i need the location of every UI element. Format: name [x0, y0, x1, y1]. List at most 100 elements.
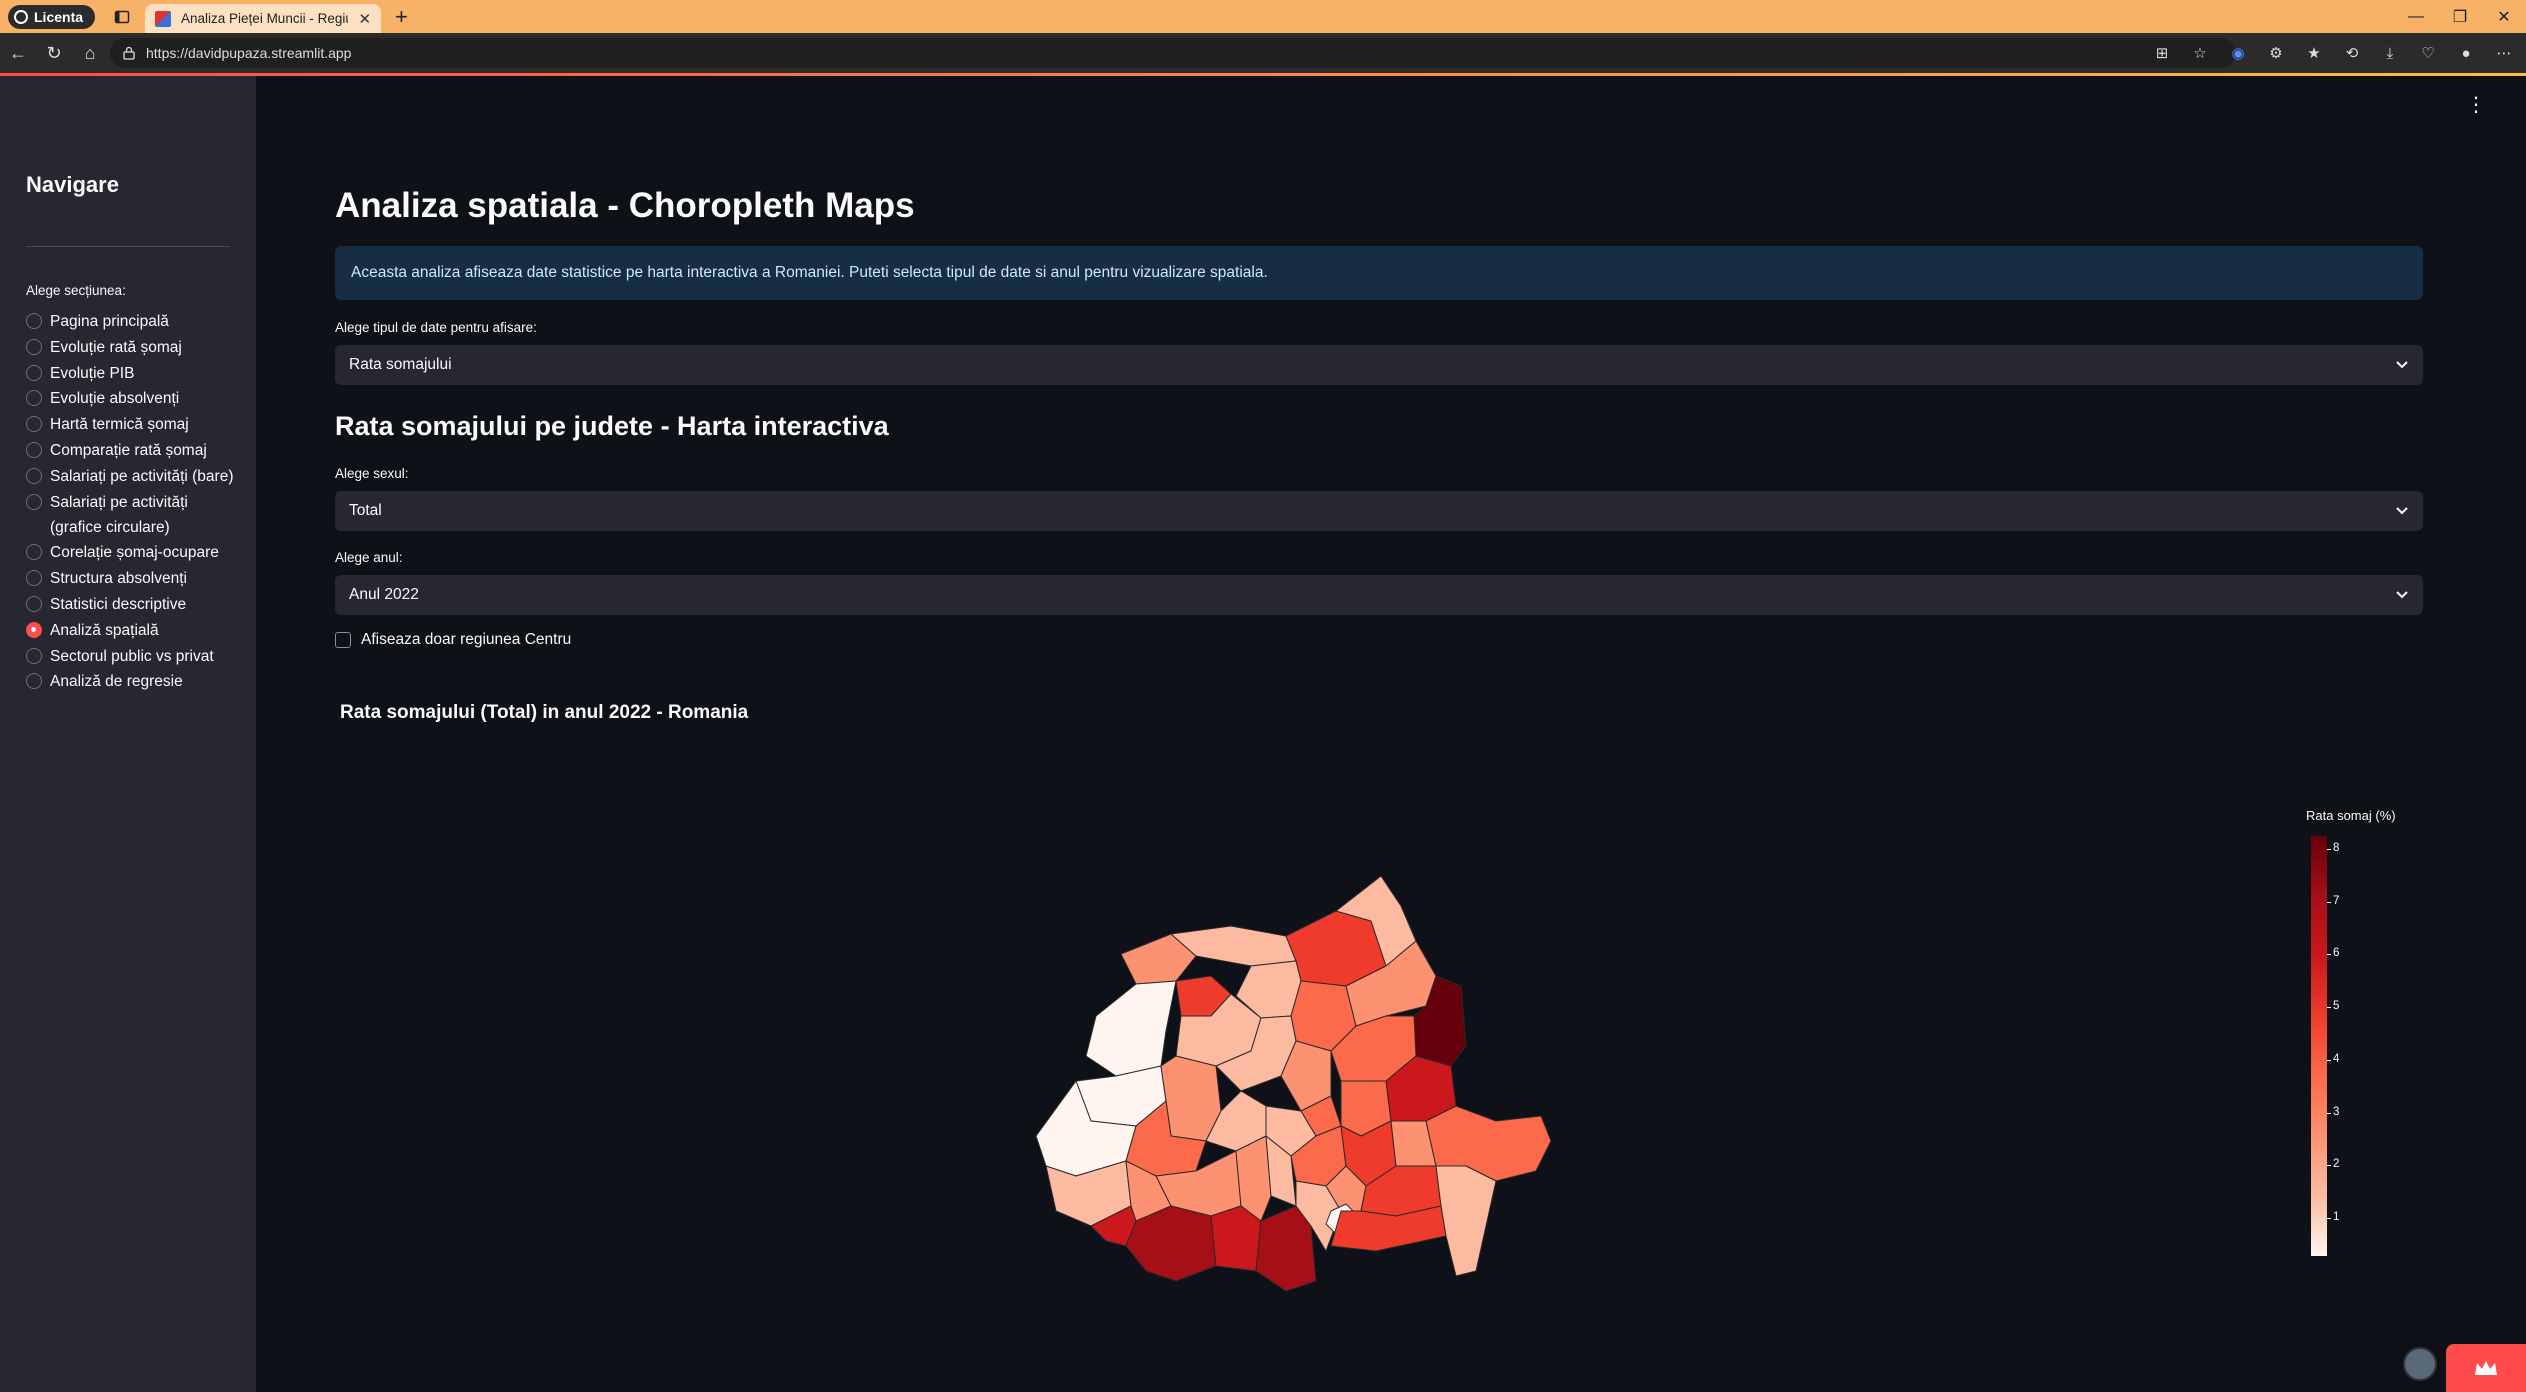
centru-filter-checkbox[interactable]: Afiseaza doar regiunea Centru: [335, 631, 571, 649]
sidebar-radio-item[interactable]: Evoluție PIB: [26, 361, 241, 386]
radio-icon[interactable]: [26, 647, 42, 664]
streamlit-crown-button[interactable]: [2446, 1344, 2526, 1392]
extensions-icon[interactable]: ⚙: [2266, 43, 2286, 63]
colorbar-tick-label: 2: [2326, 1158, 2340, 1171]
close-window-icon[interactable]: ✕: [2482, 0, 2526, 33]
sidebar-radio-item[interactable]: Evoluție absolvenți: [26, 386, 241, 411]
info-alert: Aceasta analiza afiseaza date statistice…: [335, 246, 2423, 300]
maximize-icon[interactable]: ❐: [2438, 0, 2482, 33]
profile-button[interactable]: Licenta: [8, 4, 96, 29]
county-constanta[interactable]: [1435, 1165, 1497, 1277]
radio-icon[interactable]: [26, 338, 42, 355]
home-icon[interactable]: ⌂: [72, 35, 108, 71]
sidebar-radio-item[interactable]: Structura absolvenți: [26, 566, 241, 591]
sidebar-radio-label: Evoluție rată șomaj: [50, 338, 182, 356]
back-icon[interactable]: ←: [0, 35, 36, 71]
copilot-icon[interactable]: ◉: [2228, 43, 2248, 63]
page-title: Analiza spatiala - Choropleth Maps: [335, 186, 915, 225]
sidebar-radio-label: Comparație rată șomaj: [50, 441, 207, 459]
sex-label: Alege sexul:: [335, 466, 409, 481]
info-text: Aceasta analiza afiseaza date statistice…: [351, 264, 1268, 281]
year-select[interactable]: Anul 2022: [335, 575, 2423, 615]
history-icon[interactable]: ⟲: [2342, 43, 2362, 63]
colorbar-title: Rata somaj (%): [2306, 808, 2396, 823]
reload-icon[interactable]: ↻: [36, 35, 72, 71]
sidebar-radio-item[interactable]: Comparație rată șomaj: [26, 438, 241, 463]
sidebar-radio-label: Salariați pe activități (bare): [50, 467, 234, 485]
checkbox-label: Afiseaza doar regiunea Centru: [361, 631, 572, 648]
downloads-icon[interactable]: ⤓: [2380, 43, 2400, 63]
data-type-select[interactable]: Rata somajului: [335, 345, 2423, 385]
sidebar-radio-item[interactable]: Pagina principală: [26, 309, 241, 334]
radio-icon[interactable]: [26, 416, 42, 433]
browser-menu-icon[interactable]: ⋯: [2494, 43, 2514, 63]
sex-value: Total: [349, 502, 382, 519]
sidebar-radio-label: Hartă termică șomaj: [50, 416, 189, 434]
sidebar-radio-item[interactable]: Analiză spațială: [26, 618, 241, 643]
radio-icon[interactable]: [26, 544, 42, 561]
crown-icon: [2475, 1361, 2497, 1375]
radio-icon[interactable]: [26, 313, 42, 329]
colorbar-tick-label: 3: [2326, 1105, 2340, 1118]
county-bihor[interactable]: [1085, 980, 1177, 1077]
colorbar-tick-label: 5: [2326, 1000, 2340, 1013]
profile-icon: [14, 9, 28, 24]
site-info-icon[interactable]: [122, 46, 136, 60]
minimize-icon[interactable]: —: [2394, 0, 2438, 33]
sex-select[interactable]: Total: [335, 491, 2423, 531]
account-avatar-icon[interactable]: ●: [2456, 43, 2476, 63]
radio-selected-icon[interactable]: [26, 621, 42, 638]
performance-icon[interactable]: ♡: [2418, 43, 2438, 63]
sidebar-radio-label: Sectorul public vs privat: [50, 647, 214, 665]
favorite-star-icon[interactable]: ☆: [2190, 43, 2210, 63]
radio-icon[interactable]: [26, 570, 42, 587]
tab-favicon-icon: [155, 10, 172, 27]
new-tab-button[interactable]: +: [395, 4, 408, 30]
user-avatar[interactable]: [2403, 1347, 2437, 1381]
sidebar-radio-item[interactable]: Corelație șomaj-ocupare: [26, 540, 241, 565]
colorbar-tick-label: 8: [2326, 842, 2340, 854]
sidebar-radio-label: Corelație șomaj-ocupare: [50, 544, 219, 562]
sidebar-radio-label: Salariați pe activități (grafice circula…: [50, 493, 188, 536]
address-bar[interactable]: https://davidpupaza.streamlit.app: [110, 38, 2236, 68]
county-olt[interactable]: [1210, 1205, 1262, 1272]
romania-choropleth-map[interactable]: [996, 866, 1586, 1366]
browser-tab-active[interactable]: Analiza Pieței Muncii - Regiunea C ✕: [145, 4, 382, 33]
tab-title: Analiza Pieței Muncii - Regiunea C: [181, 11, 348, 26]
chevron-down-icon: [2395, 588, 2409, 602]
radio-icon[interactable]: [26, 441, 42, 458]
favorites-icon[interactable]: ★: [2304, 43, 2324, 63]
chevron-down-icon: [2395, 504, 2409, 518]
tab-list-icon[interactable]: [111, 6, 133, 28]
radio-icon[interactable]: [26, 390, 42, 407]
colorbar-tick-label: 1: [2326, 1210, 2340, 1223]
sidebar-radio-label: Statistici descriptive: [50, 595, 187, 613]
sidebar-radio-label: Evoluție absolvenți: [50, 390, 180, 408]
app-menu-icon[interactable]: ⋮: [2466, 92, 2486, 117]
sidebar-radio-item[interactable]: Analiză de regresie: [26, 669, 241, 694]
data-type-label: Alege tipul de date pentru afisare:: [335, 320, 537, 335]
sidebar-radio-item[interactable]: Sectorul public vs privat: [26, 644, 241, 669]
tab-close-icon[interactable]: ✕: [358, 10, 371, 28]
section-radio-label: Alege secțiunea:: [26, 283, 126, 298]
checkbox-box[interactable]: [335, 632, 351, 648]
year-value: Anul 2022: [349, 586, 419, 603]
radio-icon[interactable]: [26, 364, 42, 381]
radio-icon[interactable]: [26, 595, 42, 612]
sidebar-radio-item[interactable]: Evoluție rată șomaj: [26, 335, 241, 360]
radio-icon[interactable]: [26, 493, 42, 510]
map-title: Rata somajului (Total) in anul 2022 - Ro…: [340, 702, 749, 723]
colorbar-tick-label: 7: [2326, 894, 2340, 907]
radio-icon[interactable]: [26, 467, 42, 484]
app-available-icon[interactable]: ⊞: [2152, 43, 2172, 63]
sidebar-radio-item[interactable]: Salariați pe activități (grafice circula…: [26, 490, 241, 540]
sidebar-radio-item[interactable]: Statistici descriptive: [26, 592, 241, 617]
sidebar-radio-label: Pagina principală: [50, 313, 169, 330]
year-label: Alege anul:: [335, 550, 403, 565]
sidebar-radio-label: Analiză spațială: [50, 621, 159, 639]
sidebar-radio-item[interactable]: Hartă termică șomaj: [26, 412, 241, 437]
radio-icon[interactable]: [26, 673, 42, 690]
sidebar-radio-item[interactable]: Salariați pe activități (bare): [26, 464, 241, 489]
colorbar: [2311, 836, 2327, 1256]
colorbar-tick-label: 4: [2326, 1052, 2340, 1065]
